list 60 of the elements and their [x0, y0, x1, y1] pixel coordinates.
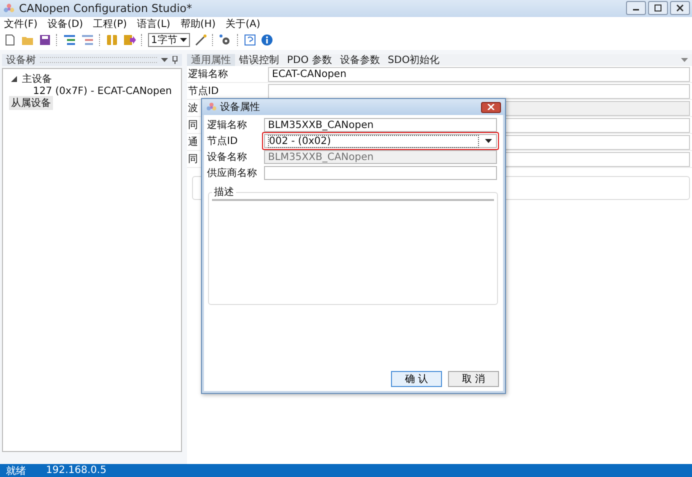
close-icon: [487, 104, 495, 110]
new-file-icon[interactable]: [4, 34, 16, 46]
dialog-button[interactable]: 取 消: [448, 371, 499, 387]
tab[interactable]: 通用属性: [187, 54, 235, 66]
unit-dropdown[interactable]: 1字节: [148, 33, 190, 47]
caret-icon: [485, 139, 492, 143]
tree-item[interactable]: 127 (0x7F) - ECAT-CANopen: [31, 86, 174, 96]
field-label: 节点ID: [188, 86, 219, 97]
window-title: CANopen Configuration Studio*: [19, 2, 192, 15]
dialog-button[interactable]: 确 认: [391, 371, 442, 387]
input-field[interactable]: BLM35XXB_CANopen: [264, 118, 497, 132]
dropdown-field[interactable]: 002 - (0x02): [264, 134, 497, 148]
close-button[interactable]: [670, 1, 690, 15]
maximize-icon: [654, 4, 662, 12]
flower-icon: [3, 2, 15, 14]
field-label: 同: [188, 154, 198, 165]
input-field[interactable]: [264, 166, 497, 180]
caret-icon[interactable]: [681, 58, 688, 62]
close-icon: [676, 4, 684, 12]
field-label: 波: [188, 103, 198, 114]
menu-item[interactable]: 设备(D): [48, 16, 84, 30]
wand-icon[interactable]: [195, 34, 208, 46]
panel-title: 设备树: [6, 54, 36, 67]
status-text: 就绪: [6, 464, 26, 477]
field-label: 逻辑名称: [188, 69, 228, 80]
export-icon[interactable]: [123, 34, 136, 46]
field-label: 节点ID: [207, 134, 239, 148]
tab[interactable]: 设备参数: [336, 54, 384, 66]
list-icon[interactable]: [81, 34, 94, 46]
tree-item[interactable]: 从属设备: [9, 96, 53, 110]
tab[interactable]: 错误控制: [235, 54, 283, 66]
dialog-title: 设备属性: [220, 100, 260, 114]
tree-item[interactable]: 主设备: [20, 72, 54, 86]
info-icon[interactable]: [261, 34, 274, 46]
close-button[interactable]: [481, 102, 501, 112]
field-label: 通: [188, 137, 198, 148]
field-label: 设备名称: [207, 151, 248, 164]
ip-address: 192.168.0.5: [46, 465, 106, 476]
caret-icon[interactable]: [161, 58, 168, 62]
tab[interactable]: SDO初始化: [384, 54, 444, 66]
tree-icon[interactable]: [63, 34, 76, 46]
menu-item[interactable]: 工程(P): [93, 16, 127, 30]
field-label: 逻辑名称: [207, 118, 248, 132]
input-field[interactable]: ECAT-CANopen: [268, 66, 690, 82]
menu-item[interactable]: 关于(A): [226, 16, 260, 30]
menu-item[interactable]: 帮助(H): [180, 16, 216, 30]
menu-item[interactable]: 语言(L): [136, 16, 170, 30]
expander-icon[interactable]: [11, 76, 17, 82]
maximize-button[interactable]: [648, 1, 668, 15]
flower-icon: [206, 102, 217, 112]
save-icon[interactable]: [39, 34, 51, 46]
tab[interactable]: PDO 参数: [283, 54, 336, 66]
field-label: 同: [188, 120, 198, 131]
field-label: 供应商名称: [207, 166, 258, 180]
help-icon[interactable]: [244, 34, 256, 46]
caret-icon: [180, 38, 188, 42]
pin-icon[interactable]: [172, 56, 178, 64]
group-label: 描述: [213, 186, 235, 199]
menu-item[interactable]: 文件(F): [4, 16, 38, 30]
minimize-button[interactable]: [626, 1, 646, 15]
